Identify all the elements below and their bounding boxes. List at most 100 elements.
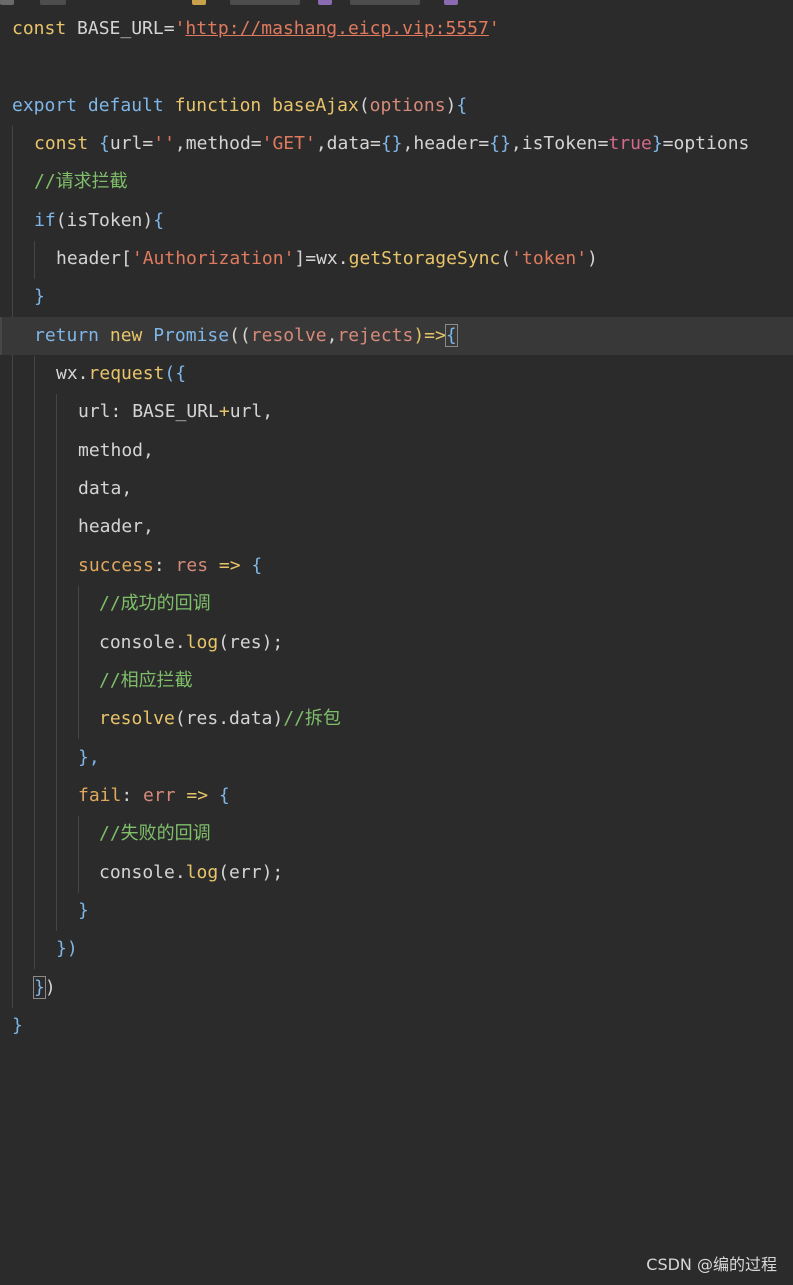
- paren: ): [445, 94, 457, 116]
- class-promise: Promise: [153, 324, 230, 346]
- code-line-25[interactable]: }): [0, 930, 793, 968]
- function-call: request: [88, 363, 165, 385]
- string-quote: ': [174, 18, 186, 39]
- code-line-9-current[interactable]: return new Promise((resolve,rejects)=>{: [0, 316, 793, 356]
- arguments: (res.data): [174, 708, 284, 730]
- brace: {: [251, 554, 263, 576]
- file-icon: [444, 0, 458, 5]
- identifier: ,header=: [402, 133, 490, 155]
- file-icon: [318, 0, 332, 5]
- code-line-17[interactable]: console.log(res);: [0, 624, 793, 662]
- comment: //失败的回调: [99, 823, 211, 845]
- code-line-18[interactable]: //相应拦截: [0, 662, 793, 700]
- identifier: header[: [56, 248, 132, 270]
- identifier: console.: [99, 631, 186, 653]
- keyword-new: new: [99, 324, 154, 346]
- brace: {}: [489, 133, 511, 155]
- string: 'token': [511, 248, 588, 270]
- code-line-8[interactable]: }: [0, 278, 793, 316]
- code-line-13[interactable]: data,: [0, 470, 793, 508]
- url-link[interactable]: http://mashang.eicp.vip:5557: [185, 18, 488, 39]
- string: 'Authorization': [131, 248, 295, 270]
- brace: },: [78, 746, 100, 768]
- code-line-10[interactable]: wx.request({: [0, 355, 793, 393]
- code-line-22[interactable]: //失败的回调: [0, 815, 793, 853]
- code-lines: const BASE_URL='http://mashang.eicp.vip:…: [0, 10, 793, 1045]
- code-line-2[interactable]: [0, 48, 793, 86]
- identifier: ,data=: [315, 133, 381, 155]
- brace-matched: {: [444, 323, 458, 347]
- code-line-1[interactable]: const BASE_URL='http://mashang.eicp.vip:…: [0, 10, 793, 48]
- arrow: =>: [208, 554, 252, 576]
- code-line-11[interactable]: url: BASE_URL+url,: [0, 393, 793, 431]
- brace: {: [153, 209, 165, 231]
- code-line-24[interactable]: }: [0, 892, 793, 930]
- tab-fragment: [0, 0, 14, 5]
- parameter: res: [175, 554, 209, 576]
- code-line-7[interactable]: header['Authorization']=wx.getStorageSyn…: [0, 240, 793, 278]
- code-line-16[interactable]: //成功的回调: [0, 585, 793, 623]
- identifier: ,isToken=: [510, 133, 609, 155]
- function-call: log: [185, 631, 219, 653]
- code-line-14[interactable]: header,: [0, 508, 793, 546]
- code-line-6[interactable]: if(isToken){: [0, 202, 793, 240]
- code-line-26[interactable]: }): [0, 969, 793, 1007]
- brace: {}: [380, 133, 403, 155]
- identifier: ,method=: [174, 133, 262, 155]
- identifier: url=: [109, 133, 154, 155]
- paren: (: [358, 94, 370, 116]
- code-line-12[interactable]: method,: [0, 432, 793, 470]
- brace: {: [218, 784, 230, 806]
- brace: }): [56, 938, 78, 960]
- keyword-export: export: [12, 94, 78, 116]
- code-line-4[interactable]: const {url='',method='GET',data={},heade…: [0, 125, 793, 163]
- code-line-21[interactable]: fail: err => {: [0, 777, 793, 815]
- parameter: rejects: [337, 324, 414, 346]
- string-quote: ': [488, 18, 500, 39]
- keyword-if: if: [34, 209, 56, 231]
- comment: //拆包: [283, 708, 341, 730]
- code-line-15[interactable]: success: res => {: [0, 547, 793, 585]
- tab-fragment: [350, 0, 420, 5]
- code-line-23[interactable]: console.log(err);: [0, 854, 793, 892]
- code-line-27[interactable]: }: [0, 1007, 793, 1045]
- operator: +: [218, 401, 230, 423]
- parameter: options: [369, 94, 446, 116]
- condition: (isToken): [55, 209, 154, 231]
- comma: ,: [326, 324, 338, 346]
- code-line-20[interactable]: },: [0, 739, 793, 777]
- identifier: =options: [662, 133, 750, 155]
- arrow: )=>: [413, 324, 446, 346]
- string: '': [153, 133, 175, 155]
- tab-fragment: [40, 0, 66, 5]
- parameter: err: [143, 784, 176, 806]
- tab-strip-partial: [0, 0, 793, 6]
- arguments: (err);: [218, 861, 284, 883]
- code-line-5[interactable]: //请求拦截: [0, 163, 793, 201]
- brace: {: [456, 94, 468, 116]
- keyword-return: return: [34, 324, 100, 346]
- code-line-19[interactable]: resolve(res.data)//拆包: [0, 700, 793, 738]
- identifier: wx.: [56, 363, 89, 385]
- code-line-3[interactable]: export default function baseAjax(options…: [0, 87, 793, 125]
- identifier: data,: [78, 478, 133, 500]
- watermark: CSDN @编的过程: [646, 1255, 777, 1274]
- identifier: : BASE_URL: [110, 401, 219, 423]
- comment: //相应拦截: [99, 669, 193, 691]
- paren: ): [44, 976, 56, 998]
- brace: }: [78, 899, 89, 921]
- comment: //成功的回调: [99, 593, 211, 615]
- identifier: url,: [229, 401, 274, 423]
- colon: :: [121, 784, 144, 806]
- identifier: ]=wx.: [294, 248, 349, 270]
- string: 'GET': [261, 133, 316, 155]
- code-editor[interactable]: const BASE_URL='http://mashang.eicp.vip:…: [0, 0, 793, 1285]
- arrow: =>: [175, 784, 219, 806]
- function-call: log: [185, 861, 219, 883]
- function-name: baseAjax: [261, 94, 359, 116]
- paren: ((: [229, 324, 251, 346]
- property-key: url: [78, 401, 111, 423]
- file-icon: [192, 0, 206, 5]
- keyword-default: default: [77, 94, 175, 116]
- brace: ({: [164, 363, 187, 385]
